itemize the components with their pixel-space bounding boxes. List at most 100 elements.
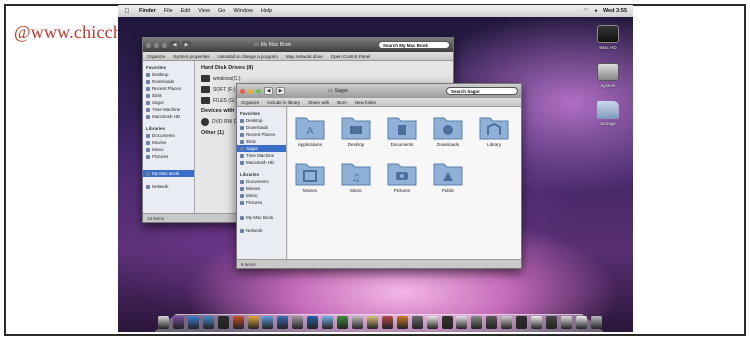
toolbar-new-folder[interactable]: New folder [355, 100, 377, 105]
sidebar-item-pictures[interactable]: Pictures [237, 199, 286, 206]
sidebar-item-downloads[interactable]: Downloads [143, 78, 194, 85]
menu-finder[interactable]: Finder [139, 8, 156, 14]
sidebar-item-recent-places[interactable]: Recent Places [237, 131, 286, 138]
sidebar-item-documents[interactable]: Documents [237, 178, 286, 185]
close-button[interactable] [146, 42, 151, 48]
menu-file[interactable]: File [164, 8, 173, 14]
window-titlebar[interactable]: ◀ ▶ ▭ Sagor Search Sagor [237, 84, 521, 98]
menu-help[interactable]: Help [261, 8, 272, 14]
sidebar-item-idisk[interactable]: iDisk [237, 138, 286, 145]
dock-app-icon[interactable] [516, 316, 528, 329]
zoom-button[interactable] [256, 88, 261, 94]
sidebar-item-macintosh-hd[interactable]: Macintosh HD [143, 113, 194, 120]
toolbar-share-with[interactable]: Share with [308, 100, 329, 105]
toolbar-system-properties[interactable]: System properties [173, 54, 209, 59]
sidebar-item-my-mac-book[interactable]: My Mac Book [237, 214, 286, 221]
dock-app-icon[interactable] [575, 316, 587, 329]
sidebar-item-downloads[interactable]: Downloads [237, 124, 286, 131]
dock-app-icon[interactable] [202, 316, 214, 329]
sidebar-item-sagor[interactable]: Sagor [143, 99, 194, 106]
folder-documents[interactable]: Documents [382, 113, 422, 147]
folder-pictures[interactable]: Pictures [382, 159, 422, 193]
dock-app-icon[interactable] [217, 316, 229, 329]
toolbar-organize[interactable]: Organize [241, 100, 259, 105]
wifi-icon[interactable]: ◠ [583, 8, 588, 14]
close-button[interactable] [240, 88, 245, 94]
sidebar-item-time-machine[interactable]: Time Machine [237, 152, 286, 159]
dock-app-icon[interactable] [351, 316, 363, 329]
sidebar-item-desktop[interactable]: Desktop [237, 117, 286, 124]
sidebar-item-music[interactable]: Music [237, 192, 286, 199]
sidebar-item-movies[interactable]: Movies [237, 185, 286, 192]
toolbar-uninstall[interactable]: Uninstall or change a program [218, 54, 278, 59]
dock-app-icon[interactable] [366, 316, 378, 329]
dock-app-icon[interactable] [471, 316, 483, 329]
sidebar-item-music[interactable]: Music [143, 146, 194, 153]
desktop-icon-imac-hd[interactable]: iMac HD [588, 25, 628, 50]
folder-desktop[interactable]: Desktop [336, 113, 376, 147]
toolbar-burn[interactable]: Burn [337, 100, 347, 105]
sidebar-item-macintosh-hd[interactable]: Macintosh HD [237, 159, 286, 166]
toolbar-map-drive[interactable]: Map network drive [286, 54, 323, 59]
dock-app-icon[interactable] [322, 316, 334, 329]
menu-view[interactable]: View [198, 8, 210, 14]
folder-movies[interactable]: Movies [290, 159, 330, 193]
dock-app-icon[interactable] [381, 316, 393, 329]
dock-app-icon[interactable] [590, 316, 602, 329]
dock-app-icon[interactable] [232, 316, 244, 329]
sidebar-item-network[interactable]: Network [143, 183, 194, 190]
dock-app-icon[interactable] [247, 316, 259, 329]
dock-app-icon[interactable] [545, 316, 557, 329]
folder-downloads[interactable]: Downloads [428, 113, 468, 147]
breadcrumb[interactable]: ▭ Sagor [328, 88, 348, 94]
sidebar-item-recent-places[interactable]: Recent Places [143, 85, 194, 92]
menu-clock[interactable]: Wed 3:55 [603, 8, 627, 14]
apple-menu-icon[interactable]:  [123, 8, 131, 15]
dock-app-icon[interactable] [337, 316, 349, 329]
dock-app-icon[interactable] [501, 316, 513, 329]
finder-window-sagor[interactable]: ◀ ▶ ▭ Sagor Search Sagor Organize Includ… [236, 83, 522, 269]
folder-library[interactable]: Library [474, 113, 514, 147]
sidebar-item-pictures[interactable]: Pictures [143, 153, 194, 160]
desktop-icon-system[interactable]: System [588, 63, 628, 88]
dock-app-icon[interactable] [262, 316, 274, 329]
dock-app-icon[interactable] [187, 316, 199, 329]
dock-app-icon[interactable] [531, 316, 543, 329]
folder-applications[interactable]: A Applications [290, 113, 330, 147]
back-button[interactable]: ◀ [264, 87, 273, 95]
dock-app-icon[interactable] [411, 316, 423, 329]
dock-app-icon[interactable] [172, 316, 184, 329]
back-button[interactable]: ◀ [170, 41, 179, 49]
toolbar-include-in-library[interactable]: Include in library [267, 100, 300, 105]
toolbar-control-panel[interactable]: Open Control Panel [331, 54, 371, 59]
sidebar-item-network[interactable]: Network [237, 227, 286, 234]
folder-music[interactable]: ♫ Music [336, 159, 376, 193]
search-input[interactable]: Search Sagor [446, 87, 518, 95]
dock-app-icon[interactable] [486, 316, 498, 329]
forward-button[interactable]: ▶ [182, 41, 191, 49]
menu-window[interactable]: Window [233, 8, 253, 14]
toolbar-organize[interactable]: Organize [147, 54, 165, 59]
dock-app-icon[interactable] [441, 316, 453, 329]
sidebar-item-time-machine[interactable]: Time Machine [143, 106, 194, 113]
window-titlebar[interactable]: ◀ ▶ ▭ My Mac Book Search My Mac Book [143, 38, 453, 52]
zoom-button[interactable] [162, 42, 167, 48]
sidebar-item-desktop[interactable]: Desktop [143, 71, 194, 78]
sidebar-item-sagor[interactable]: Sagor [237, 145, 286, 152]
sidebar-item-my-mac-book[interactable]: My Mac Book [143, 170, 194, 177]
sidebar-item-documents[interactable]: Documents [143, 132, 194, 139]
search-input[interactable]: Search My Mac Book [378, 41, 450, 49]
dock-app-icon[interactable] [456, 316, 468, 329]
forward-button[interactable]: ▶ [276, 87, 285, 95]
sidebar-item-movies[interactable]: Movies [143, 139, 194, 146]
dock-app-icon[interactable] [560, 316, 572, 329]
dock-app-icon[interactable] [158, 316, 169, 329]
folder-public[interactable]: Public [428, 159, 468, 193]
dock-app-icon[interactable] [307, 316, 319, 329]
desktop-icon-storage[interactable]: Storage [588, 101, 628, 126]
breadcrumb[interactable]: ▭ My Mac Book [254, 42, 291, 48]
sidebar-item-idisk[interactable]: iDisk [143, 92, 194, 99]
minimize-button[interactable] [154, 42, 159, 48]
volume-icon[interactable]: ◂ [594, 8, 597, 14]
minimize-button[interactable] [248, 88, 253, 94]
